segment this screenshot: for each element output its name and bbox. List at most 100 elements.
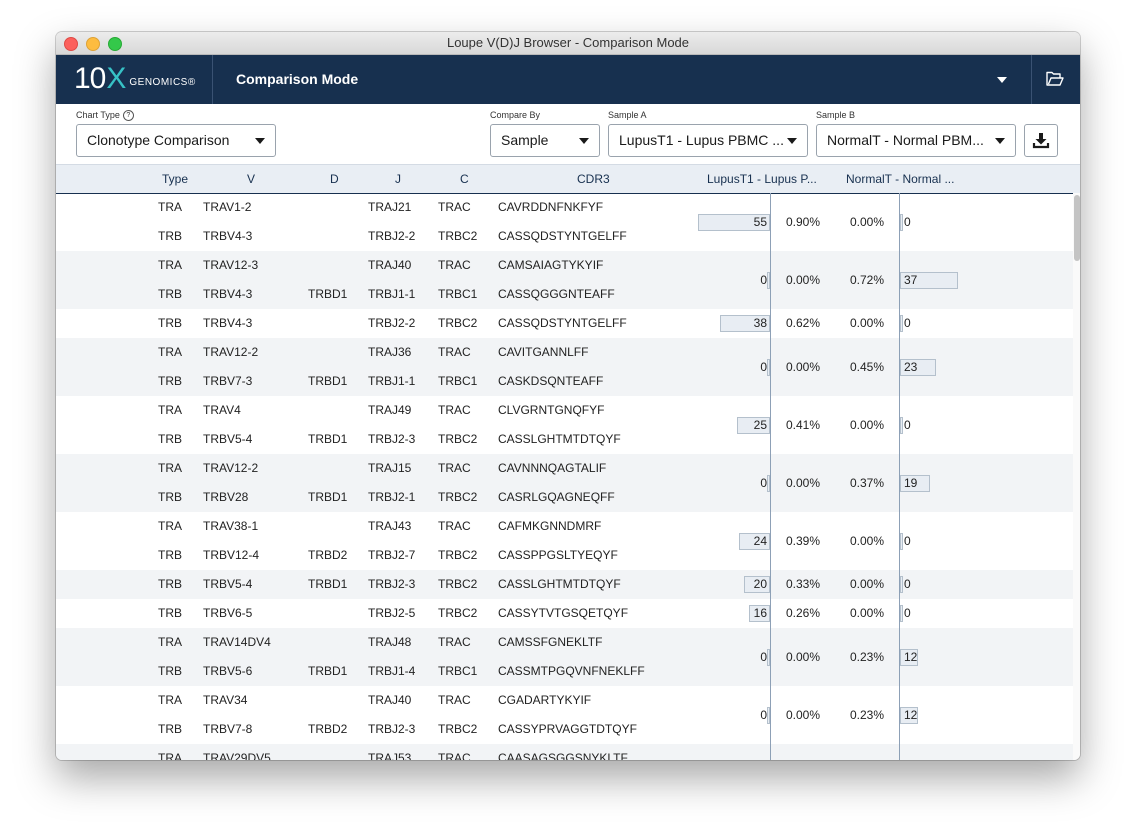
column-header-j[interactable]: J <box>395 165 401 194</box>
sample-b-bar <box>900 605 903 622</box>
chart-type-label-text: Chart Type <box>76 110 120 120</box>
sample-a-count: 25 <box>753 417 767 432</box>
sample-a-percent: 0.00% <box>786 272 821 287</box>
clonotype-group[interactable]: TRA TRAV12-2 TRAJ36 TRAC CAVITGANNLFF TRB TRBV… <box>56 338 1073 396</box>
clonotype-group[interactable]: TRA TRAV29DV5 TRAJ53 TRAC CAASAGSGGSNYKLTF <box>56 744 1073 760</box>
column-header-d[interactable]: D <box>330 165 339 194</box>
sample-b-percent: 0.37% <box>850 475 885 490</box>
sample-a-percent: 0.41% <box>786 417 821 432</box>
download-icon <box>1032 133 1050 149</box>
window-controls <box>64 37 122 51</box>
sample-b-select[interactable]: NormalT - Normal PBM... <box>816 124 1016 157</box>
column-header-type[interactable]: Type <box>162 165 188 194</box>
sample-b-count: 0 <box>904 214 911 229</box>
sample-b-count: 0 <box>904 316 911 330</box>
comparison-values <box>56 744 1073 760</box>
comparison-values: 55 0.90% 0.00% 0 <box>56 208 1073 237</box>
sample-b-percent: 0.45% <box>850 359 885 374</box>
sample-a-axis-line <box>770 193 771 760</box>
compare-by-value: Sample <box>501 132 549 148</box>
column-header-cdr3[interactable]: CDR3 <box>577 165 610 194</box>
column-header-sample-a[interactable]: LupusT1 - Lupus P... <box>707 165 817 194</box>
sample-a-label: Sample A <box>608 110 647 120</box>
sample-b-bar <box>900 315 903 332</box>
comparison-values: 0 0.00% 0.23% 12 <box>56 701 1073 730</box>
sample-b-count: 0 <box>904 417 911 432</box>
logo-x: X <box>106 62 127 95</box>
clonotype-group[interactable]: TRA TRAV12-2 TRAJ15 TRAC CAVNNNQAGTALIF TRB TR… <box>56 454 1073 512</box>
sample-b-count: 12 <box>904 649 918 664</box>
clonotype-group[interactable]: TRB TRBV4-3 TRBJ2-2 TRBC2 CASSQDSTYNTGELFF 38… <box>56 309 1073 338</box>
sample-b-count: 37 <box>904 272 918 287</box>
window-title: Loupe V(D)J Browser - Comparison Mode <box>446 35 690 50</box>
sample-b-count: 23 <box>904 359 918 374</box>
sample-b-percent: 0.23% <box>850 649 885 664</box>
clonotype-group[interactable]: TRA TRAV14DV4 TRAJ48 TRAC CAMSSFGNEKLTF TRB TR… <box>56 628 1073 686</box>
chart-type-value: Clonotype Comparison <box>87 132 230 148</box>
clonotype-group[interactable]: TRA TRAV38-1 TRAJ43 TRAC CAFMKGNNDMRF TRB TRBV… <box>56 512 1073 570</box>
sample-a-value: LupusT1 - Lupus PBMC ... <box>619 132 784 148</box>
comparison-values: 25 0.41% 0.00% 0 <box>56 411 1073 440</box>
mode-dropdown-icon[interactable] <box>997 77 1007 83</box>
column-header-sample-b[interactable]: NormalT - Normal ... <box>846 165 954 194</box>
header-divider <box>1031 55 1032 104</box>
sample-a-select[interactable]: LupusT1 - Lupus PBMC ... <box>608 124 808 157</box>
comparison-values: 0 0.00% 0.45% 23 <box>56 353 1073 382</box>
sample-a-count: 0 <box>760 707 767 722</box>
sample-a-count: 0 <box>760 359 767 374</box>
sample-b-count: 0 <box>904 577 911 591</box>
chart-type-select[interactable]: Clonotype Comparison <box>76 124 276 157</box>
maximize-window-button[interactable] <box>108 37 122 51</box>
download-button[interactable] <box>1024 124 1058 157</box>
sample-b-bar <box>900 416 903 434</box>
chart-type-label: Chart Type? <box>76 110 134 122</box>
sample-a-percent: 0.62% <box>786 316 821 330</box>
compare-by-select[interactable]: Sample <box>490 124 600 157</box>
clonotype-group[interactable]: TRA TRAV1-2 TRAJ21 TRAC CAVRDDNFNKFYF TRB TRBV… <box>56 193 1073 251</box>
clonotype-group[interactable]: TRA TRAV4 TRAJ49 TRAC CLVGRNTGNQFYF TRB TRBV5-… <box>56 396 1073 454</box>
sample-b-value: NormalT - Normal PBM... <box>827 132 984 148</box>
clonotype-group[interactable]: TRA TRAV12-3 TRAJ40 TRAC CAMSAIAGTYKYIF TRB TR… <box>56 251 1073 309</box>
sample-b-bar <box>900 532 903 550</box>
sample-b-percent: 0.72% <box>850 272 885 287</box>
sample-b-percent: 0.00% <box>850 606 885 620</box>
close-window-button[interactable] <box>64 37 78 51</box>
sample-b-bar <box>900 213 903 231</box>
title-bar: Loupe V(D)J Browser - Comparison Mode <box>56 32 1080 55</box>
10x-genomics-logo: 10 X GENOMICS® <box>74 62 196 95</box>
table-header: Type V D J C CDR3 LupusT1 - Lupus P... N… <box>56 165 1080 194</box>
comparison-values: 0 0.00% 0.37% 19 <box>56 469 1073 498</box>
app-window: Loupe V(D)J Browser - Comparison Mode 10… <box>56 32 1080 760</box>
sample-b-count: 12 <box>904 707 918 722</box>
comparison-values: 0 0.00% 0.23% 12 <box>56 643 1073 672</box>
column-header-v[interactable]: V <box>247 165 255 194</box>
question-circle-icon[interactable]: ? <box>122 110 134 122</box>
column-header-c[interactable]: C <box>460 165 469 194</box>
sample-a-count: 0 <box>760 475 767 490</box>
sample-a-percent: 0.00% <box>786 649 821 664</box>
sample-b-percent: 0.00% <box>850 316 885 330</box>
logo-ten: 10 <box>74 62 106 95</box>
sample-b-label: Sample B <box>816 110 856 120</box>
folder-open-icon[interactable] <box>1046 69 1064 89</box>
sample-b-percent: 0.00% <box>850 577 885 591</box>
sample-a-percent: 0.90% <box>786 214 821 229</box>
sample-a-count: 16 <box>753 606 767 620</box>
table-scrollbar[interactable] <box>1073 193 1080 760</box>
chevron-down-icon <box>787 138 797 144</box>
clonotype-group[interactable]: TRB TRBV6-5 TRBJ2-5 TRBC2 CASSYTVTGSQETQYF 16… <box>56 599 1073 628</box>
chevron-down-icon <box>995 138 1005 144</box>
clonotype-group[interactable]: TRB TRBV5-4 TRBD1 TRBJ2-3 TRBC2 CASSLGHTMTDTQ… <box>56 570 1073 599</box>
sample-a-percent: 0.00% <box>786 707 821 722</box>
mode-title: Comparison Mode <box>236 71 359 87</box>
clonotype-group[interactable]: TRA TRAV34 TRAJ40 TRAC CGADARTYKYIF TRB TRBV7-… <box>56 686 1073 744</box>
sample-a-percent: 0.39% <box>786 533 821 548</box>
sample-b-axis-line <box>899 193 900 760</box>
app-header: 10 X GENOMICS® Comparison Mode <box>56 55 1080 104</box>
table-scrollbar-thumb[interactable] <box>1074 195 1080 261</box>
chevron-down-icon <box>255 138 265 144</box>
sample-a-count: 0 <box>760 272 767 287</box>
sample-b-percent: 0.23% <box>850 707 885 722</box>
sample-a-count: 38 <box>753 316 767 330</box>
minimize-window-button[interactable] <box>86 37 100 51</box>
